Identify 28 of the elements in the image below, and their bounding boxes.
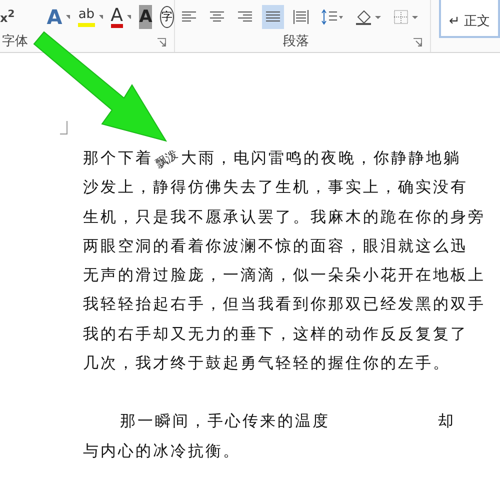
group-label: 段落	[283, 33, 309, 50]
dialog-launcher-icon[interactable]	[412, 38, 422, 47]
margin-corner-mark	[60, 121, 68, 135]
body-text: 两眼空洞的看着你波澜不惊的面容，眼泪就这么迅	[83, 236, 468, 255]
body-text: 我轻轻抬起右手，但当我看到你那双已经发黑的双手	[83, 295, 486, 314]
body-text: 几次，我才终于鼓起勇气轻轻的握住你的左手。	[83, 354, 450, 372]
body-text: 生机，只是我不愿承认罢了。我麻木的跪在你的身旁	[83, 208, 486, 226]
body-text: 却	[438, 412, 456, 430]
superscript-button[interactable]: x$^{2}$	[0, 9, 15, 25]
body-text: 无声的滑过脸庞，一滴滴，似一朵朵小花开在地板上	[83, 266, 486, 284]
dialog-launcher-icon[interactable]	[157, 38, 166, 47]
caret-icon[interactable]	[66, 15, 70, 19]
text-effect-button[interactable]: A	[46, 6, 62, 28]
justify-icon[interactable]	[262, 5, 284, 29]
body-text: 那一瞬间，手心传来的温度	[119, 412, 330, 430]
caret-icon[interactable]	[98, 15, 103, 19]
style-gallery-item[interactable]: ↵ 正文	[438, 0, 500, 38]
caret-icon[interactable]	[126, 15, 132, 19]
enclose-character-button[interactable]: 字	[160, 6, 174, 28]
group-label: 字体	[2, 33, 28, 50]
font-color-button[interactable]: A	[110, 6, 123, 28]
rotated-text: 飘泼	[152, 146, 182, 174]
highlight-button[interactable]: ab	[78, 7, 95, 27]
body-text: 沙发上，静得仿佛失去了生机，事实上，确实没有	[83, 178, 468, 196]
body-text: 那个下着	[83, 149, 153, 167]
body-text: 与内心的冰冷抗衡。	[83, 442, 240, 460]
body-text: 我的右手却又无力的垂下，这样的动作反反复复了	[83, 324, 468, 343]
body-text: 大雨，电闪雷鸣的夜晚，你静静地躺	[181, 149, 461, 167]
